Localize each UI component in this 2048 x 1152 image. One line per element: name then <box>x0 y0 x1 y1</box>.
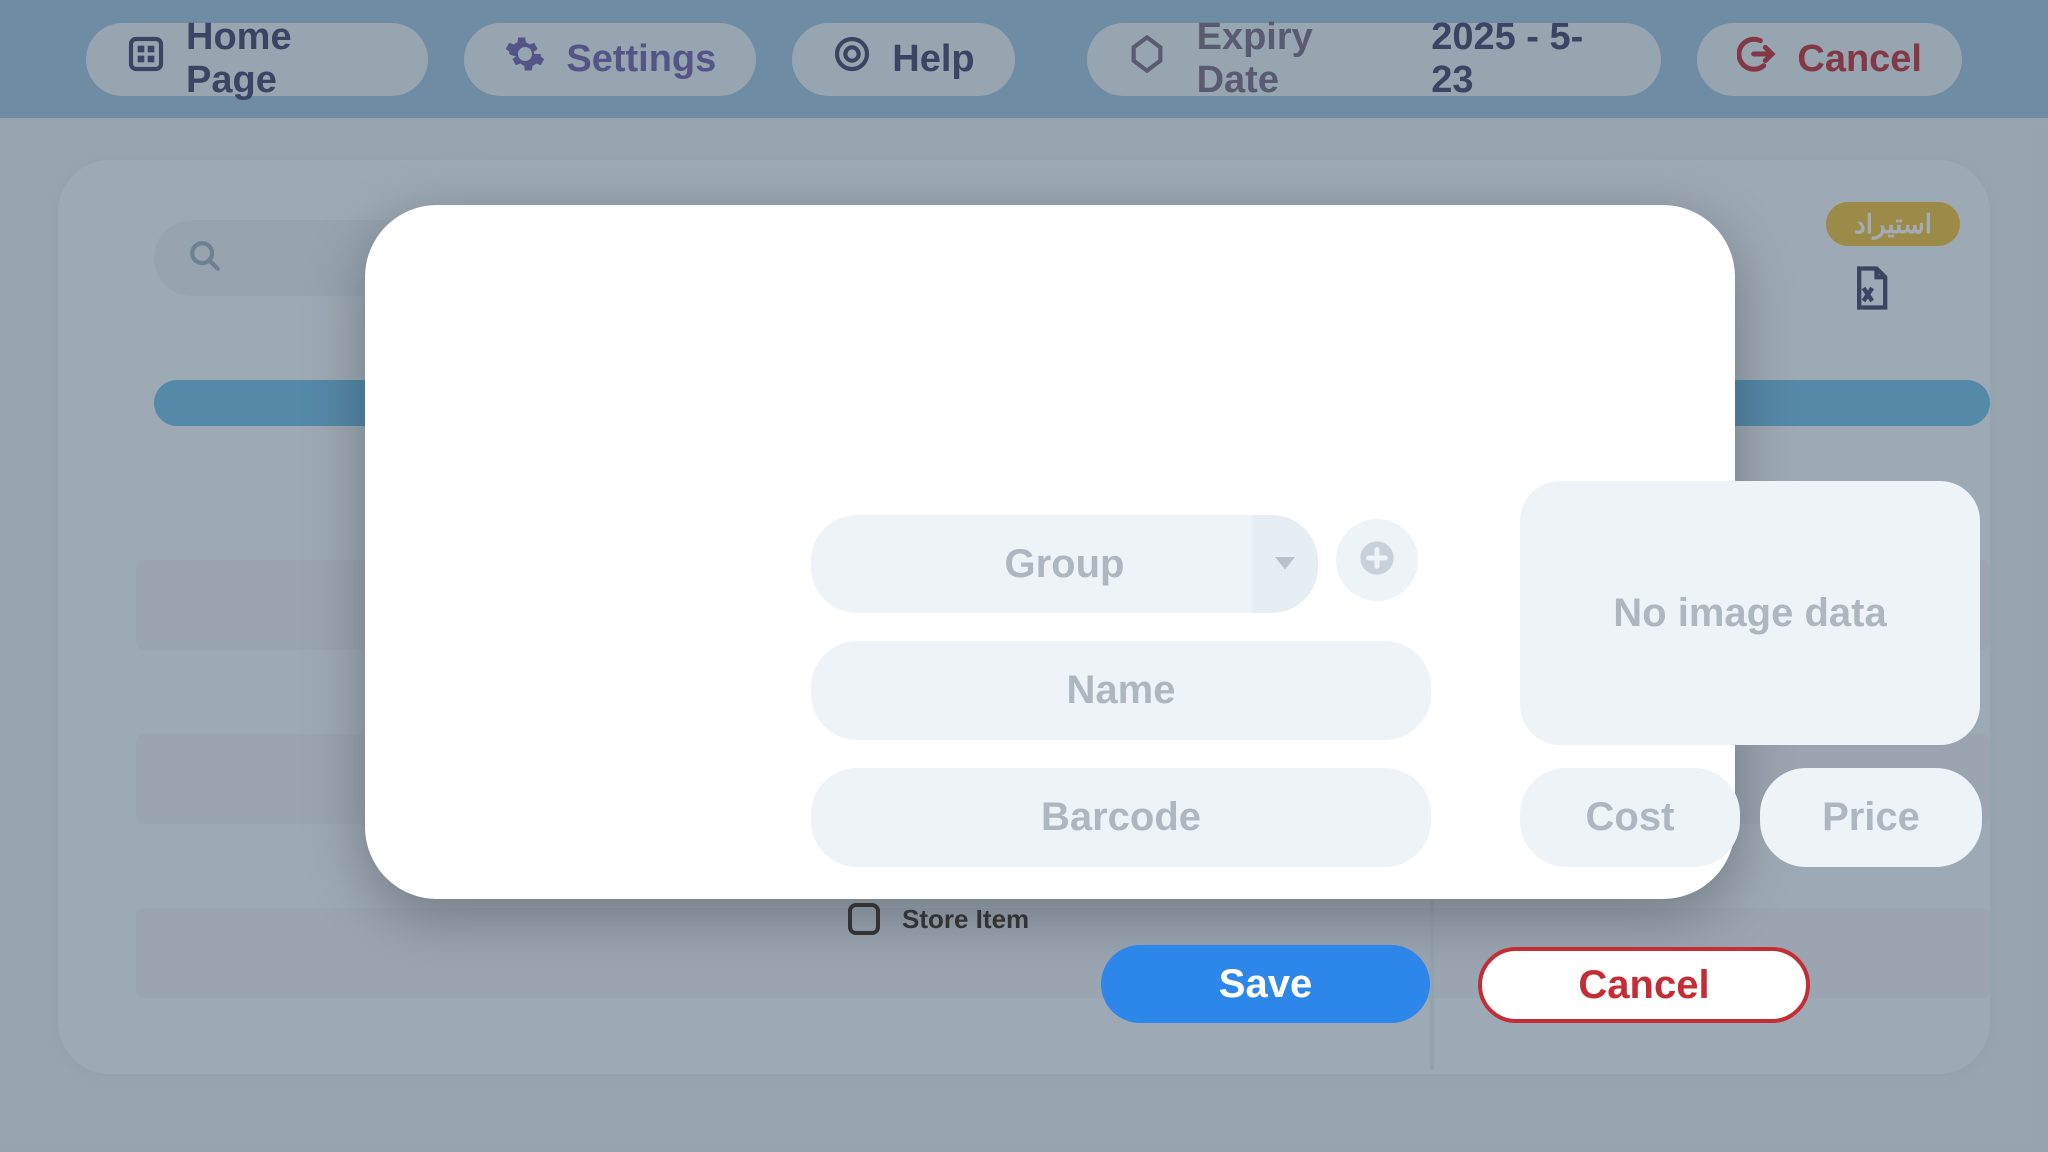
name-field[interactable]: Name <box>811 641 1431 740</box>
group-select[interactable]: Group <box>811 515 1318 613</box>
cancel-button[interactable]: Cancel <box>1478 947 1810 1023</box>
price-placeholder: Price <box>1822 795 1920 840</box>
add-group-button[interactable] <box>1336 519 1418 601</box>
chevron-down-icon <box>1270 547 1300 582</box>
barcode-placeholder: Barcode <box>1041 795 1201 840</box>
save-button[interactable]: Save <box>1101 945 1430 1023</box>
store-item-checkbox[interactable]: Store Item <box>848 903 1029 935</box>
save-label: Save <box>1219 962 1312 1007</box>
cost-field[interactable]: Cost <box>1520 768 1740 867</box>
group-chevron[interactable] <box>1252 515 1318 613</box>
image-placeholder: No image data <box>1613 591 1886 636</box>
name-placeholder: Name <box>1067 668 1176 713</box>
group-select-wrap: Group <box>811 515 1318 613</box>
cancel-label: Cancel <box>1578 963 1709 1008</box>
store-item-label: Store Item <box>902 904 1029 935</box>
cost-placeholder: Cost <box>1586 795 1675 840</box>
checkbox-icon <box>848 903 880 935</box>
group-placeholder: Group <box>1005 542 1125 587</box>
item-modal: Group Name Barcode No image data Cost Pr… <box>365 205 1735 899</box>
barcode-field[interactable]: Barcode <box>811 768 1431 867</box>
price-field[interactable]: Price <box>1760 768 1982 867</box>
plus-icon <box>1357 538 1397 583</box>
image-dropzone[interactable]: No image data <box>1520 481 1980 745</box>
